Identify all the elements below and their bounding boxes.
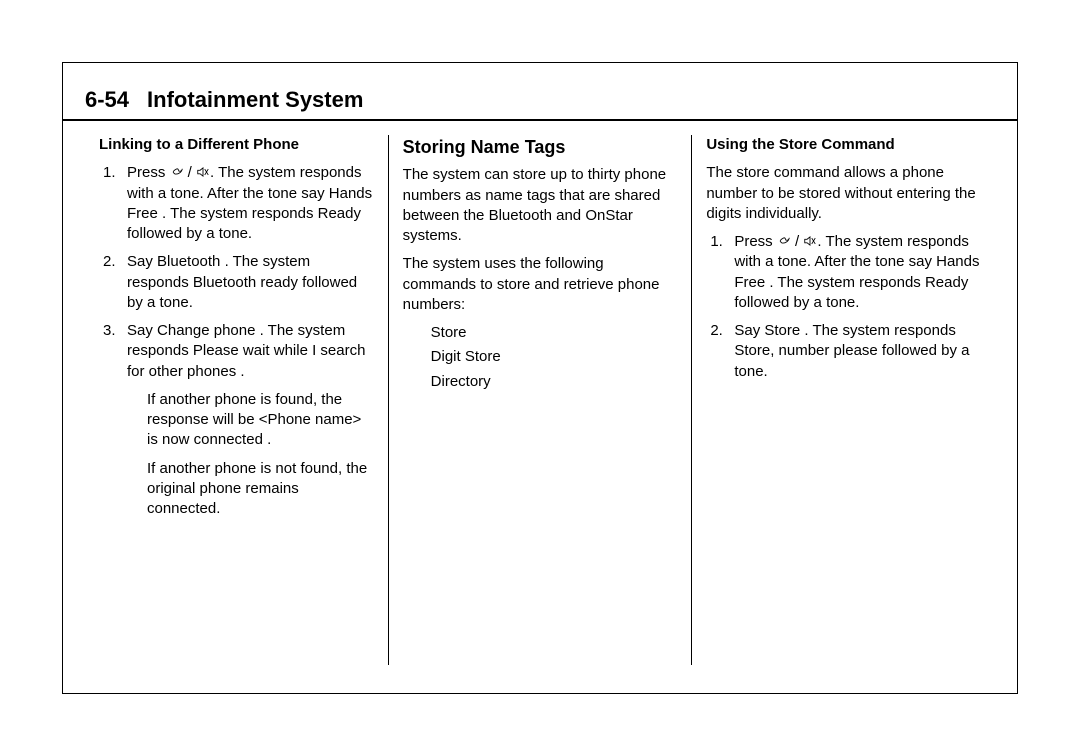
- command-item: Digit Store: [431, 347, 678, 367]
- slash: /: [184, 164, 197, 181]
- command-list: Store Digit Store Directory: [403, 323, 678, 392]
- content-columns: Linking to a Different Phone 1. Press / …: [63, 121, 1017, 687]
- col1-step-1: 1. Press / . The system responds with a …: [99, 163, 374, 244]
- col1-heading: Linking to a Different Phone: [99, 135, 374, 155]
- step-text: Say Store . The system responds Store, n…: [734, 322, 969, 380]
- step-number: 2.: [710, 321, 723, 341]
- manual-page: 6-54 Infotainment System Linking to a Dif…: [62, 62, 1018, 694]
- step-text-pre: Press: [734, 233, 777, 250]
- col1-sub-1: If another phone is found, the response …: [99, 390, 374, 451]
- col1-step-3: 3. Say Change phone . The system respond…: [99, 321, 374, 382]
- command-item: Directory: [431, 372, 678, 392]
- voice-mute-icon: [803, 234, 817, 248]
- header-line: 6-54 Infotainment System: [85, 87, 995, 113]
- col2-para-2: The system uses the following commands t…: [403, 254, 678, 315]
- step-number: 3.: [103, 321, 116, 341]
- column-1: Linking to a Different Phone 1. Press / …: [85, 135, 388, 665]
- col1-steps: 1. Press / . The system responds with a …: [99, 163, 374, 382]
- column-3: Using the Store Command The store comman…: [691, 135, 995, 665]
- column-2: Storing Name Tags The system can store u…: [388, 135, 692, 665]
- phone-receiver-icon: [170, 165, 184, 179]
- col3-steps: 1. Press / . The system responds with a …: [706, 232, 981, 382]
- step-number: 1.: [103, 163, 116, 183]
- slash: /: [791, 233, 804, 250]
- col3-step-2: 2. Say Store . The system responds Store…: [706, 321, 981, 382]
- col1-step-2: 2. Say Bluetooth . The system responds B…: [99, 252, 374, 313]
- col3-step-1: 1. Press / . The system responds with a …: [706, 232, 981, 313]
- page-number: 6-54: [85, 87, 129, 112]
- step-text: Say Change phone . The system responds P…: [127, 322, 365, 380]
- step-text-pre: Press: [127, 164, 170, 181]
- voice-mute-icon: [196, 165, 210, 179]
- col3-heading: Using the Store Command: [706, 135, 981, 155]
- command-item: Store: [431, 323, 678, 343]
- step-number: 2.: [103, 252, 116, 272]
- col2-title: Storing Name Tags: [403, 135, 678, 159]
- col2-para-1: The system can store up to thirty phone …: [403, 165, 678, 246]
- step-number: 1.: [710, 232, 723, 252]
- phone-receiver-icon: [777, 234, 791, 248]
- chapter-title: Infotainment System: [147, 87, 363, 112]
- step-text: Say Bluetooth . The system responds Blue…: [127, 253, 357, 311]
- col1-sub-2: If another phone is not found, the origi…: [99, 459, 374, 520]
- col3-para-1: The store command allows a phone number …: [706, 163, 981, 224]
- page-header: 6-54 Infotainment System: [63, 63, 1017, 121]
